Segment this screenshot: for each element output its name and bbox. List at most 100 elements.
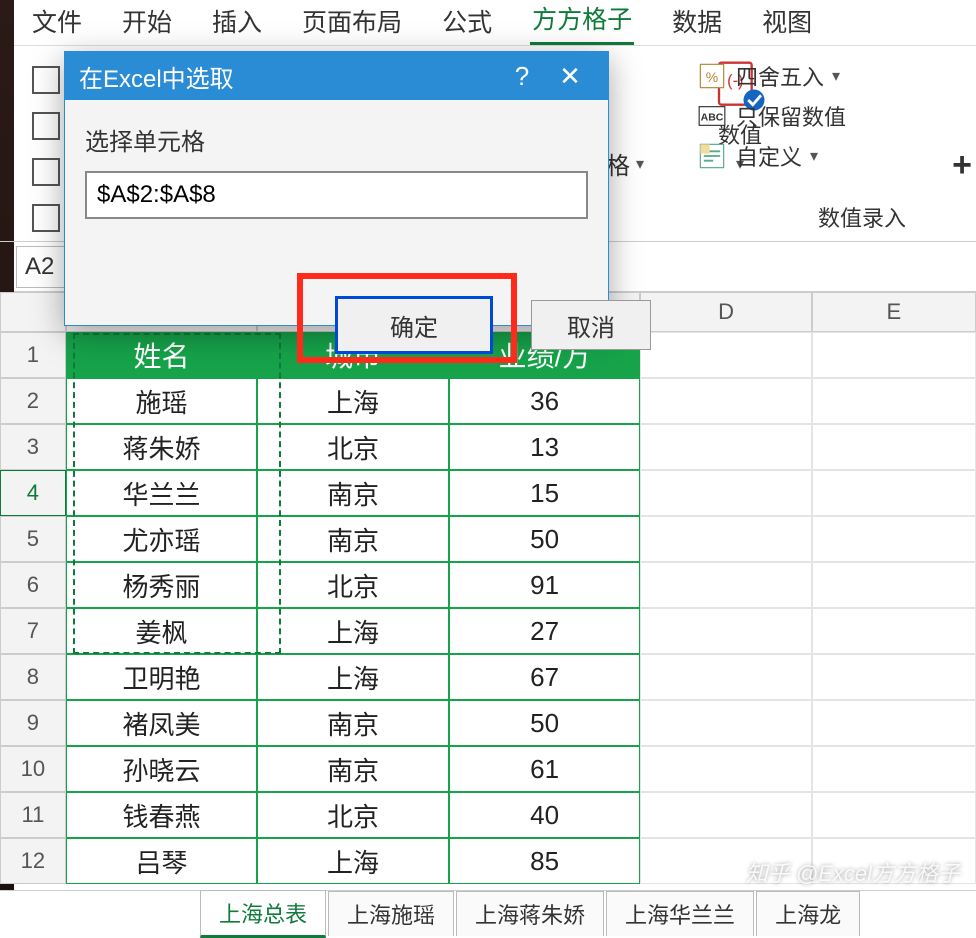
cell[interactable]: 85	[449, 838, 641, 884]
cell[interactable]: 杨秀丽	[66, 562, 258, 608]
tab-insert[interactable]: 插入	[210, 0, 264, 45]
sheet-tab[interactable]: 上海蒋朱娇	[456, 891, 604, 936]
cell[interactable]: 北京	[257, 792, 449, 838]
row-header[interactable]: 6	[0, 562, 66, 608]
cell[interactable]: 61	[449, 746, 641, 792]
cell[interactable]: 姓名	[66, 332, 258, 378]
cell[interactable]	[640, 700, 811, 746]
tab-file[interactable]: 文件	[30, 0, 84, 45]
sheet-tab[interactable]: 上海施瑶	[328, 891, 454, 936]
cell[interactable]	[640, 654, 811, 700]
row-header[interactable]: 9	[0, 700, 66, 746]
sheet-tab[interactable]: 上海龙	[756, 891, 860, 936]
cell[interactable]	[640, 608, 811, 654]
sheet-tab[interactable]: 上海华兰兰	[606, 891, 754, 936]
cell[interactable]: 蒋朱娇	[66, 424, 258, 470]
row-header[interactable]: 12	[0, 838, 66, 884]
ribbon-checkbox-4[interactable]	[32, 204, 60, 232]
cell[interactable]: 尤亦瑶	[66, 516, 258, 562]
cell[interactable]	[640, 746, 811, 792]
cell[interactable]	[812, 792, 976, 838]
cell[interactable]: 40	[449, 792, 641, 838]
cell[interactable]	[640, 332, 811, 378]
row-header[interactable]: 5	[0, 516, 66, 562]
cancel-button[interactable]: 取消	[531, 300, 651, 350]
col-header-e[interactable]: E	[812, 292, 976, 332]
cell[interactable]: 上海	[257, 654, 449, 700]
cell[interactable]: 施瑶	[66, 378, 258, 424]
tab-layout[interactable]: 页面布局	[300, 0, 404, 45]
cell[interactable]	[812, 470, 976, 516]
cell[interactable]	[640, 562, 811, 608]
cell[interactable]: 孙晓云	[66, 746, 258, 792]
row-header[interactable]: 4	[0, 470, 66, 516]
cell[interactable]: 27	[449, 608, 641, 654]
cell[interactable]: 15	[449, 470, 641, 516]
cell[interactable]: 13	[449, 424, 641, 470]
cell[interactable]	[812, 562, 976, 608]
row-header[interactable]: 11	[0, 792, 66, 838]
row-header[interactable]: 10	[0, 746, 66, 792]
cell[interactable]	[812, 746, 976, 792]
round-button[interactable]: % 四舍五入 ▾	[696, 56, 966, 96]
ok-button[interactable]: 确定	[335, 296, 493, 354]
cell[interactable]: 上海	[257, 608, 449, 654]
cell[interactable]: 南京	[257, 700, 449, 746]
cell[interactable]: 北京	[257, 424, 449, 470]
cell[interactable]	[640, 516, 811, 562]
tab-formula[interactable]: 公式	[440, 0, 494, 45]
close-button[interactable]: ✕	[546, 61, 594, 92]
cell[interactable]: 南京	[257, 746, 449, 792]
cell[interactable]: 北京	[257, 562, 449, 608]
cell[interactable]: 50	[449, 700, 641, 746]
plus-icon[interactable]: +	[952, 146, 972, 185]
cell[interactable]: 36	[449, 378, 641, 424]
cell[interactable]: 吕琴	[66, 838, 258, 884]
cell[interactable]: 南京	[257, 516, 449, 562]
cell[interactable]	[812, 378, 976, 424]
cell[interactable]	[640, 378, 811, 424]
dialog-titlebar[interactable]: 在Excel中选取 ? ✕	[65, 52, 608, 100]
cell[interactable]	[812, 654, 976, 700]
cell[interactable]: 褚凤美	[66, 700, 258, 746]
range-input[interactable]	[85, 171, 588, 219]
cell[interactable]	[812, 516, 976, 562]
cell[interactable]	[640, 424, 811, 470]
row-header[interactable]: 2	[0, 378, 66, 424]
keep-value-button[interactable]: ABC 只保留数值	[696, 96, 966, 136]
row-header[interactable]: 7	[0, 608, 66, 654]
cell[interactable]: 上海	[257, 378, 449, 424]
cell[interactable]: 卫明艳	[66, 654, 258, 700]
cell[interactable]	[812, 424, 976, 470]
row-header[interactable]: 8	[0, 654, 66, 700]
tab-home[interactable]: 开始	[120, 0, 174, 45]
cell[interactable]: 华兰兰	[66, 470, 258, 516]
col-header-d[interactable]: D	[640, 292, 811, 332]
sheet-tab[interactable]: 上海总表	[200, 890, 326, 938]
ribbon-checkbox-1[interactable]	[32, 66, 60, 94]
help-button[interactable]: ?	[498, 61, 546, 92]
spreadsheet-grid: A B C D E 1 姓名 城市 业绩/万 2 施瑶 上海 36 3 蒋朱娇 …	[0, 292, 976, 884]
ribbon-checkbox-2[interactable]	[32, 112, 60, 140]
tab-data[interactable]: 数据	[670, 0, 724, 45]
cell[interactable]: 上海	[257, 838, 449, 884]
tab-view[interactable]: 视图	[760, 0, 814, 45]
ribbon-checkbox-3[interactable]	[32, 158, 60, 186]
cell[interactable]: 姜枫	[66, 608, 258, 654]
cell[interactable]	[812, 700, 976, 746]
row-header[interactable]: 1	[0, 332, 66, 378]
ge-dropdown[interactable]: 格 ▾	[606, 146, 644, 181]
tab-fangfang[interactable]: 方方格子	[530, 0, 634, 45]
custom-button[interactable]: 自定义 ▾	[696, 136, 966, 176]
cell[interactable]	[640, 470, 811, 516]
cell[interactable]: 67	[449, 654, 641, 700]
row-header[interactable]: 3	[0, 424, 66, 470]
cell[interactable]: 南京	[257, 470, 449, 516]
cell[interactable]	[812, 608, 976, 654]
cell[interactable]: 钱春燕	[66, 792, 258, 838]
select-all-corner[interactable]	[0, 292, 66, 332]
cell[interactable]: 91	[449, 562, 641, 608]
cell[interactable]	[812, 332, 976, 378]
cell[interactable]	[640, 792, 811, 838]
cell[interactable]: 50	[449, 516, 641, 562]
